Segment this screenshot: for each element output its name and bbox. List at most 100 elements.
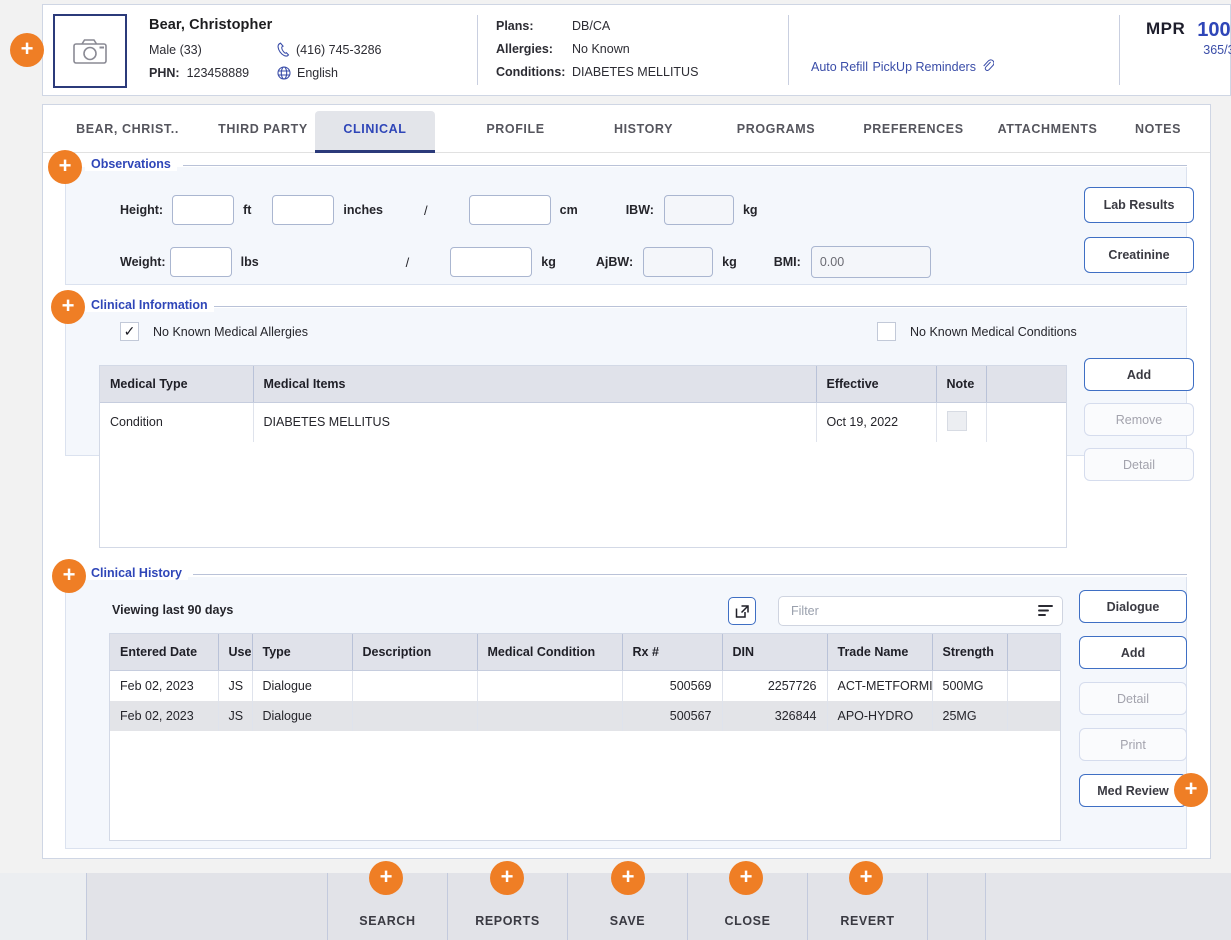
table-row[interactable]: Feb 02, 2023 JS Dialogue 500567 326844 A… [110,700,1060,731]
col-blank [986,366,1066,403]
patient-name: Bear, Christopher [149,17,273,33]
plus-icon: + [379,863,393,889]
patient-photo[interactable] [53,14,127,88]
col-medical-type[interactable]: Medical Type [100,366,254,403]
col-type[interactable]: Type [252,634,353,671]
tab-patient[interactable]: BEAR, CHRIST.. [65,111,190,153]
plus-icon: + [739,863,753,889]
patient-clinical-summary: Plans: DB/CA Allergies: No Known Conditi… [478,5,788,95]
cell-blank [986,402,1066,442]
bottom-blank-segment [87,873,328,940]
plus-icon: + [859,863,873,889]
table-row[interactable]: Condition DIABETES MELLITUS Oct 19, 2022 [100,402,1066,442]
no-known-allergies-checkbox[interactable]: ✓ [120,322,139,341]
history-dialogue-button[interactable]: Dialogue [1079,590,1187,623]
history-filter-input[interactable] [778,596,1063,626]
tab-history[interactable]: HISTORY [591,111,696,153]
tab-clinical[interactable]: CLINICAL [315,111,435,153]
mpr-indicator: MPR 100% 365/365 [1120,5,1231,95]
badge-revert[interactable]: + [849,861,883,895]
cell-din: 2257726 [722,670,828,701]
allergies-label: Allergies: [496,42,553,56]
col-strength[interactable]: Strength [932,634,1008,671]
tab-third-party[interactable]: THIRD PARTY [198,111,328,153]
height-cm-input[interactable] [468,195,551,225]
history-add-button[interactable]: Add [1079,636,1187,669]
tab-notes[interactable]: NOTES [1113,111,1203,153]
pickup-reminders-label: PickUp Reminders [872,59,976,74]
badge-search[interactable]: + [369,861,403,895]
bottom-fill [986,873,1231,940]
tab-preferences[interactable]: PREFERENCES [841,111,986,153]
weight-lbs-input[interactable] [169,247,232,277]
main-panel: BEAR, CHRIST.. THIRD PARTY CLINICAL PROF… [42,104,1211,859]
bottom-action-label: SEARCH [359,914,416,928]
col-trade-name[interactable]: Trade Name [827,634,933,671]
tab-programs[interactable]: PROGRAMS [721,111,831,153]
cell-description [352,700,478,731]
no-known-conditions-label: No Known Medical Conditions [910,324,1077,339]
tab-attachments[interactable]: ATTACHMENTS [975,111,1120,153]
table-header-row: Medical Type Medical Items Effective Not… [100,366,1066,403]
weight-label: Weight: [120,255,166,269]
creatinine-button[interactable]: Creatinine [1084,237,1194,273]
height-ft-input[interactable] [172,195,235,225]
conditions-value: DIABETES MELLITUS [572,65,699,79]
history-med-review-button[interactable]: Med Review [1079,774,1187,807]
col-entered-date[interactable]: Entered Date [110,634,219,671]
cell-blank [1007,670,1060,701]
weight-kg-input[interactable] [450,247,533,277]
expand-grid-button[interactable] [728,597,756,625]
camera-icon [73,39,107,64]
col-effective[interactable]: Effective [816,366,937,403]
lab-results-button[interactable]: Lab Results [1084,187,1194,223]
bottom-spacer-right [928,873,986,940]
col-user[interactable]: User [218,634,253,671]
auto-refill-link[interactable]: Auto Refill [811,60,868,74]
col-din[interactable]: DIN [722,634,828,671]
col-note[interactable]: Note [936,366,987,403]
mpr-percent: 100% [1197,19,1231,41]
plus-icon: + [621,863,635,889]
cell-trade-name: ACT-METFORMIN [827,670,933,701]
badge-med-review[interactable]: + [1174,773,1208,807]
clinical-history-rule [193,574,1187,575]
cell-medical-items: DIABETES MELLITUS [253,402,817,442]
plus-icon: + [20,35,34,61]
table-row[interactable]: Feb 02, 2023 JS Dialogue 500569 2257726 … [110,670,1060,701]
badge-reports[interactable]: + [490,861,524,895]
badge-close[interactable]: + [729,861,763,895]
weight-lbs-unit: lbs [240,255,259,269]
tab-profile[interactable]: PROFILE [463,111,568,153]
clinical-page: Bear, Christopher Male (33) (416) 745-32… [0,0,1231,940]
col-rx-number[interactable]: Rx # [622,634,723,671]
ibw-unit: kg [742,203,758,217]
allergies-value: No Known [572,42,630,56]
badge-save[interactable]: + [611,861,645,895]
ajbw-input [643,247,714,277]
patient-identity: Bear, Christopher Male (33) (416) 745-32… [127,5,477,95]
phn-label: PHN: [149,66,180,80]
badge-clinical-history[interactable]: + [52,559,86,593]
clinical-info-add-button[interactable]: Add [1084,358,1194,391]
plus-icon: + [62,561,76,587]
bottom-action-label: REVERT [840,914,895,928]
col-medical-items[interactable]: Medical Items [253,366,817,403]
badge-observations[interactable]: + [48,150,82,184]
badge-clinical-information[interactable]: + [51,290,85,324]
cell-type: Dialogue [252,700,353,731]
badge-patient-photo[interactable]: + [10,33,44,67]
cell-medical-condition [477,670,623,701]
no-known-conditions-checkbox[interactable] [877,322,896,341]
height-inches-input[interactable] [272,195,335,225]
clinical-information-title: Clinical Information [85,298,214,312]
pickup-reminders-link[interactable]: PickUp Reminders [872,58,995,75]
col-description[interactable]: Description [352,634,478,671]
filter-sort-icon[interactable] [1038,604,1053,622]
bottom-action-label: SAVE [609,914,646,928]
link-attachment-icon [982,58,995,75]
plus-icon: + [61,292,75,318]
plus-icon: + [58,152,72,178]
col-medical-condition[interactable]: Medical Condition [477,634,623,671]
patient-language: English [297,66,338,80]
